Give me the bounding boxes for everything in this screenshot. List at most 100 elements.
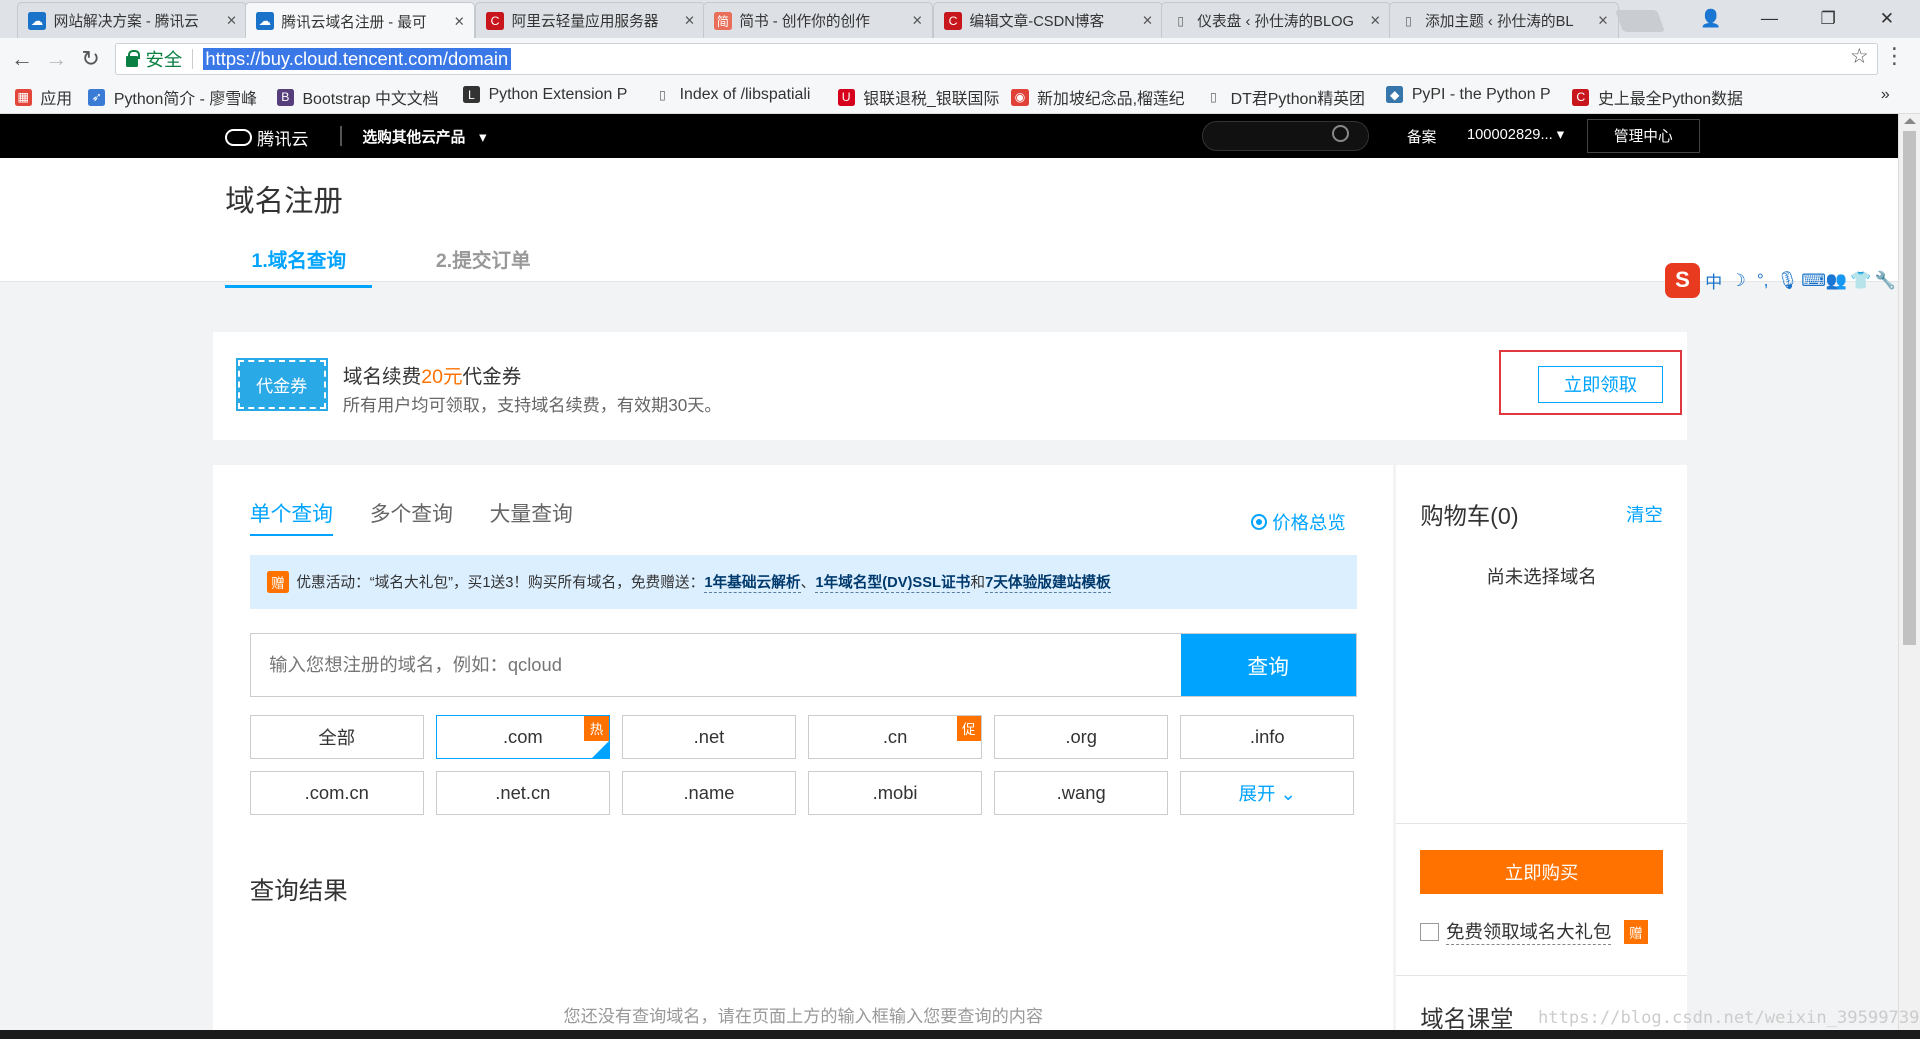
ime-keyboard-icon[interactable]: ⌨ xyxy=(1801,270,1826,291)
close-tab-icon[interactable]: × xyxy=(1598,10,1608,31)
bookmark-item[interactable]: ▯ Index of /libspatiali xyxy=(654,86,810,104)
scroll-up-icon[interactable] xyxy=(1903,117,1916,124)
browser-tab[interactable]: ▯ 添加主题 ‹ 孙仕涛的BL × xyxy=(1388,2,1619,38)
browser-menu-icon[interactable]: ⋮ xyxy=(1883,43,1905,69)
buy-now-button[interactable]: 立即购买 xyxy=(1420,849,1663,894)
browser-tab[interactable]: C 阿里云轻量应用服务器 × xyxy=(475,2,706,38)
ime-mic-icon[interactable]: 🎙 xyxy=(1777,270,1799,291)
ime-punct-icon[interactable]: °, xyxy=(1752,270,1773,291)
gift-package-option[interactable]: 免费领取域名大礼包 赠 xyxy=(1420,918,1649,946)
page-scrollbar[interactable] xyxy=(1897,113,1920,1039)
tld-label: .org xyxy=(1065,726,1097,748)
bookmark-item[interactable]: ▯ DT君Python精英团 xyxy=(1205,86,1365,109)
back-icon[interactable]: ← xyxy=(7,44,36,73)
promo-link-template[interactable]: 7天体验版建站模板 xyxy=(985,571,1111,593)
tld-option[interactable]: .wang xyxy=(994,771,1169,816)
promo-separator: 和 xyxy=(970,575,986,592)
tencent-cloud-logo[interactable]: 腾讯云 xyxy=(225,125,309,150)
coupon-banner: 代金券 域名续费20元代金券 所有用户均可领取，支持域名续费，有效期30天。 立… xyxy=(213,331,1688,440)
close-window-icon[interactable]: ✕ xyxy=(1859,0,1915,38)
step-submit-order[interactable]: 2.提交订单 xyxy=(436,244,531,273)
tab-bulk-query[interactable]: 大量查询 xyxy=(490,497,573,536)
bookmark-label: DT君Python精英团 xyxy=(1230,90,1365,108)
close-tab-icon[interactable]: × xyxy=(227,10,237,31)
ime-moon-icon[interactable]: ☽ xyxy=(1728,270,1749,291)
close-tab-icon[interactable]: × xyxy=(454,11,464,32)
beian-link[interactable]: 备案 xyxy=(1407,126,1436,147)
tab-title: 简书 - 创作你的创作 xyxy=(739,14,870,31)
page-icon: ▯ xyxy=(1177,13,1185,28)
domain-search-input[interactable] xyxy=(250,634,1181,696)
promo-separator: 、 xyxy=(800,575,816,592)
price-overview-label: 价格总览 xyxy=(1272,512,1346,534)
bookmark-label: 应用 xyxy=(40,90,73,108)
tab-multi-query[interactable]: 多个查询 xyxy=(370,497,453,536)
bookmark-item[interactable]: B Bootstrap 中文文档 xyxy=(276,86,439,109)
ime-users-icon[interactable]: 👥 xyxy=(1826,270,1847,291)
browser-tab[interactable]: ▯ 仪表盘 ‹ 孙仕涛的BLOG × xyxy=(1160,2,1392,38)
more-bookmarks-icon[interactable]: » xyxy=(1881,86,1890,104)
browser-tab[interactable]: ☁ 网站解决方案 - 腾讯云 × xyxy=(17,2,248,38)
tld-option[interactable]: .net.cn xyxy=(435,771,610,816)
close-tab-icon[interactable]: × xyxy=(1142,10,1152,31)
account-icon[interactable]: 👤 xyxy=(1682,0,1738,38)
close-tab-icon[interactable]: × xyxy=(1370,10,1380,31)
bookmark-item[interactable]: ▦ 应用 xyxy=(14,86,73,109)
browser-tab[interactable]: C 编辑文章-CSDN博客 × xyxy=(933,2,1164,38)
bookmark-item[interactable]: ◉ 新加坡纪念品,榴莲纪 xyxy=(1011,86,1185,109)
divider xyxy=(1395,974,1688,976)
rocket-icon: ➶ xyxy=(88,88,106,106)
bookmark-item[interactable]: ◆ PyPI - the Python P xyxy=(1386,86,1551,104)
bookmark-star-icon[interactable]: ☆ xyxy=(1850,44,1869,69)
cloud-icon: ☁ xyxy=(27,11,47,30)
forward-icon[interactable]: → xyxy=(42,44,71,73)
url-omnibox[interactable]: 安全 https://buy.cloud.tencent.com/domain xyxy=(115,42,1879,75)
minimize-icon[interactable]: — xyxy=(1741,0,1797,38)
python-icon: ◆ xyxy=(1386,86,1404,104)
csdn-c-icon: C xyxy=(943,11,963,30)
close-tab-icon[interactable]: × xyxy=(685,10,695,31)
browser-tab[interactable]: 简简书 - 创作你的创作 × xyxy=(702,2,934,38)
tld-option[interactable]: .com 热 xyxy=(435,715,610,760)
sogou-logo-icon[interactable]: S xyxy=(1665,263,1700,298)
promo-link-dns[interactable]: 1年基础云解析 xyxy=(704,571,801,593)
tab-title: 阿里云轻量应用服务器 xyxy=(511,14,659,31)
tld-option[interactable]: .net xyxy=(622,715,796,760)
tld-option[interactable]: .cn 促 xyxy=(808,715,982,760)
browser-tab[interactable]: ☁ 腾讯云域名注册 - 最可 × xyxy=(244,2,476,40)
bookmark-item[interactable]: U 银联退税_银联国际 xyxy=(837,86,999,109)
ime-skin-icon[interactable]: 👕 xyxy=(1850,270,1871,291)
tld-option[interactable]: .mobi xyxy=(808,771,982,816)
reload-icon[interactable]: ↻ xyxy=(76,44,105,73)
tld-option[interactable]: .info xyxy=(1180,715,1355,760)
maximize-icon[interactable]: ❐ xyxy=(1800,0,1856,38)
step-domain-query[interactable]: 1.域名查询 xyxy=(225,244,373,288)
ime-wrench-icon[interactable]: 🔧 xyxy=(1875,270,1896,291)
tld-option[interactable]: .name xyxy=(622,771,796,816)
scroll-thumb[interactable] xyxy=(1902,131,1917,646)
bookmark-item[interactable]: C 史上最全Python数据 xyxy=(1572,86,1743,109)
url-text[interactable]: https://buy.cloud.tencent.com/domain xyxy=(202,47,511,70)
clear-cart-link[interactable]: 清空 xyxy=(1626,501,1663,527)
console-button[interactable]: 管理中心 xyxy=(1586,118,1700,154)
tld-option[interactable]: 全部 xyxy=(249,715,424,760)
tld-option[interactable]: .com.cn xyxy=(249,771,424,816)
new-tab-button[interactable] xyxy=(1614,9,1665,32)
bookmark-item[interactable]: L Python Extension P xyxy=(462,86,627,104)
gift-label[interactable]: 免费领取域名大礼包 xyxy=(1446,918,1612,946)
tld-label: .wang xyxy=(1056,782,1106,804)
products-menu[interactable]: 选购其他云产品 ▾ xyxy=(362,126,486,147)
tld-option[interactable]: .org xyxy=(994,715,1169,760)
close-tab-icon[interactable]: × xyxy=(912,10,922,31)
tab-single-query[interactable]: 单个查询 xyxy=(249,497,333,537)
price-overview-link[interactable]: 价格总览 xyxy=(1251,509,1346,535)
promo-link-ssl[interactable]: 1年域名型(DV)SSL证书 xyxy=(815,571,971,593)
query-button[interactable]: 查询 xyxy=(1180,634,1356,696)
account-menu[interactable]: 100002829... ▾ xyxy=(1467,126,1564,143)
expand-tlds-button[interactable]: 展开 ⌄ xyxy=(1180,771,1355,816)
bookmark-item[interactable]: ➶ Python简介 - 廖雪峰 xyxy=(88,86,257,109)
claim-coupon-button[interactable]: 立即领取 xyxy=(1537,366,1663,403)
ime-chinese-icon[interactable]: 中 xyxy=(1703,268,1724,293)
gift-checkbox[interactable] xyxy=(1420,922,1439,942)
divider xyxy=(340,126,342,146)
